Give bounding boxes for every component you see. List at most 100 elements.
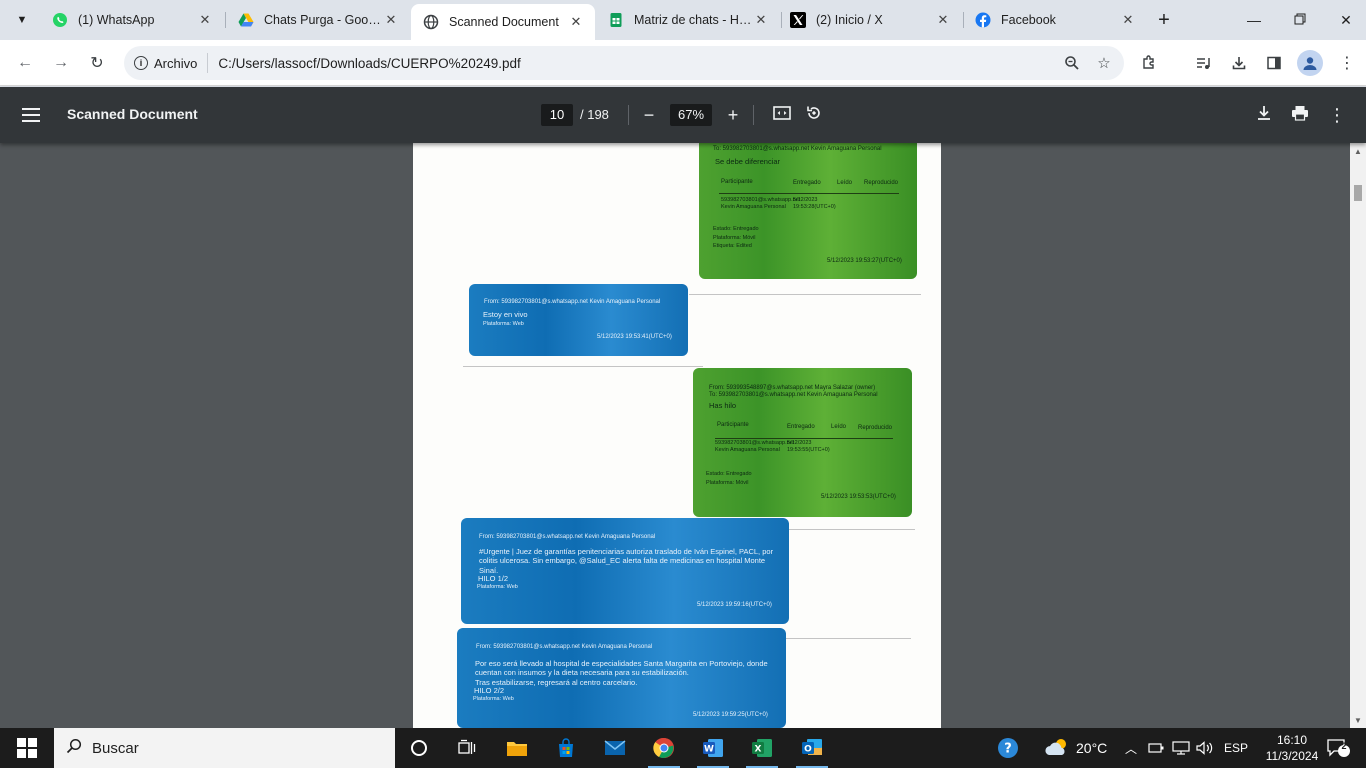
download-icon [1256, 105, 1272, 126]
tab-scanned-document[interactable]: Scanned Document ✕ [411, 4, 595, 40]
message-to-line: To: 593982703801@s.whatsapp.net Kevin Am… [713, 146, 882, 152]
notifications-icon[interactable]: 2 [1326, 728, 1350, 768]
vertical-scrollbar[interactable]: ▲ ▼ [1350, 143, 1366, 728]
excel-icon[interactable]: X [742, 732, 782, 768]
new-tab-button[interactable]: + [1152, 8, 1176, 32]
back-button[interactable]: ← [11, 49, 39, 77]
message-timestamp: 5/12/2023 19:59:16(UTC+0) [697, 602, 772, 608]
url-text[interactable]: C:/Users/lassocf/Downloads/CUERPO%20249.… [218, 56, 1060, 71]
message-bubble-incoming: From: 593982703801@s.whatsapp.net Kevin … [469, 284, 688, 356]
col-delivered: Entregado [793, 180, 821, 186]
minimize-icon: — [1247, 12, 1261, 28]
message-divider [689, 294, 921, 295]
scroll-up-icon[interactable]: ▲ [1350, 144, 1366, 158]
clock[interactable]: 16:10 11/3/2024 [1262, 732, 1322, 764]
cortana-icon[interactable] [399, 732, 439, 764]
scroll-down-icon[interactable]: ▼ [1350, 713, 1366, 727]
extensions-icon[interactable] [1136, 50, 1162, 76]
zoom-in-button[interactable]: + [720, 102, 746, 128]
bookmark-star-icon[interactable]: ☆ [1092, 51, 1116, 75]
language-indicator[interactable]: ESP [1224, 728, 1248, 768]
reload-icon: ↻ [90, 55, 104, 72]
mail-icon[interactable] [595, 732, 635, 764]
minimize-button[interactable]: — [1231, 0, 1277, 40]
page-number-input[interactable]: 10 [541, 104, 573, 126]
scroll-thumb[interactable] [1354, 185, 1362, 201]
fit-page-button[interactable] [769, 102, 795, 128]
menu-icon[interactable] [22, 103, 46, 127]
message-body: #Urgente | Juez de garantías penitenciar… [479, 547, 774, 575]
forward-button[interactable]: → [47, 49, 75, 77]
pdf-page: To: 593982703801@s.whatsapp.net Kevin Am… [413, 143, 941, 728]
row-delivered: 5/12/2023 19:53:55(UTC+0) [787, 440, 830, 453]
help-icon[interactable]: ? [996, 728, 1020, 768]
volume-icon[interactable] [1196, 728, 1214, 768]
info-icon: i [134, 56, 148, 70]
tab-title: (1) WhatsApp [78, 13, 155, 27]
close-icon[interactable]: ✕ [934, 11, 952, 29]
close-icon[interactable]: ✕ [196, 11, 214, 29]
windows-start-icon[interactable] [17, 738, 37, 758]
tab-title: Chats Purga - Google Drive [264, 13, 382, 27]
message-to-line: To: 593982703801@s.whatsapp.net Kevin Am… [709, 392, 878, 398]
tab-search-button[interactable]: ▼ [10, 8, 34, 32]
zoom-input[interactable]: 67% [670, 104, 712, 126]
arrow-right-icon: → [53, 54, 69, 71]
pdf-more-button[interactable]: ⋮ [1324, 102, 1350, 128]
side-panel-icon[interactable] [1261, 50, 1287, 76]
pdf-viewer[interactable]: To: 593982703801@s.whatsapp.net Kevin Am… [0, 143, 1366, 728]
zoom-icon[interactable] [1060, 51, 1084, 75]
tab-title: (2) Inicio / X [816, 13, 883, 27]
outlook-icon[interactable]: O [792, 732, 832, 768]
close-icon[interactable]: ✕ [1119, 11, 1137, 29]
windows-taskbar: Buscar W X O ? 20°C ︿ ESP 16:10 11/3/202… [0, 728, 1366, 768]
tab-facebook[interactable]: Facebook ✕ [963, 4, 1147, 36]
site-info-label: Archivo [154, 55, 198, 71]
svg-text:O: O [804, 745, 812, 755]
tab-x[interactable]: (2) Inicio / X ✕ [778, 4, 962, 36]
site-info-chip[interactable]: i Archivo [134, 53, 209, 73]
network-icon[interactable] [1172, 728, 1190, 768]
close-window-button[interactable]: ✕ [1323, 0, 1366, 40]
arrow-left-icon: ← [17, 54, 33, 71]
taskbar-search[interactable]: Buscar [54, 728, 395, 768]
message-platform: Plataforma: Móvil [706, 480, 749, 486]
row-participant: 593982703801@s.whatsapp.net Kevin Amagua… [715, 440, 795, 453]
zoom-out-button[interactable]: − [636, 102, 662, 128]
tray-chevron-up-icon[interactable]: ︿ [1125, 728, 1137, 768]
print-button[interactable] [1287, 102, 1313, 128]
restore-button[interactable] [1277, 0, 1323, 40]
pdf-download-button[interactable] [1251, 102, 1277, 128]
globe-icon [423, 14, 439, 30]
omnibox[interactable]: i Archivo C:/Users/lassocf/Downloads/CUE… [124, 46, 1124, 80]
word-icon[interactable]: W [693, 732, 733, 768]
close-icon[interactable]: ✕ [567, 13, 585, 31]
profile-avatar[interactable] [1297, 50, 1323, 76]
chevron-down-icon: ▼ [16, 14, 28, 26]
reload-button[interactable]: ↻ [83, 49, 111, 77]
rotate-button[interactable] [801, 102, 827, 128]
media-control-icon[interactable] [1190, 50, 1216, 76]
printer-icon [1291, 105, 1309, 126]
battery-icon[interactable] [1148, 728, 1164, 768]
download-icon[interactable] [1226, 50, 1252, 76]
message-tag: Etiqueta: Edited [713, 243, 752, 249]
tab-sheets[interactable]: Matriz de chats - Hojas de cálculo ✕ [596, 4, 780, 36]
chrome-menu-icon[interactable]: ⋮ [1334, 50, 1360, 76]
plus-icon: + [1158, 8, 1170, 31]
message-platform: Plataforma: Web [483, 321, 524, 327]
chrome-icon[interactable] [644, 732, 684, 768]
close-icon[interactable]: ✕ [752, 11, 770, 29]
clock-time: 16:10 [1276, 733, 1308, 747]
more-vertical-icon: ⋮ [1328, 104, 1346, 125]
microsoft-store-icon[interactable] [546, 732, 586, 764]
tab-whatsapp[interactable]: (1) WhatsApp ✕ [40, 4, 224, 36]
tab-google-drive[interactable]: Chats Purga - Google Drive ✕ [226, 4, 410, 36]
close-icon: ✕ [1340, 11, 1352, 28]
file-explorer-icon[interactable] [497, 732, 537, 764]
rotate-icon [805, 104, 823, 127]
task-view-icon[interactable] [447, 732, 487, 764]
weather-widget[interactable]: 20°C [1044, 728, 1107, 768]
close-icon[interactable]: ✕ [382, 11, 400, 29]
message-body: Has hilo [709, 401, 737, 410]
